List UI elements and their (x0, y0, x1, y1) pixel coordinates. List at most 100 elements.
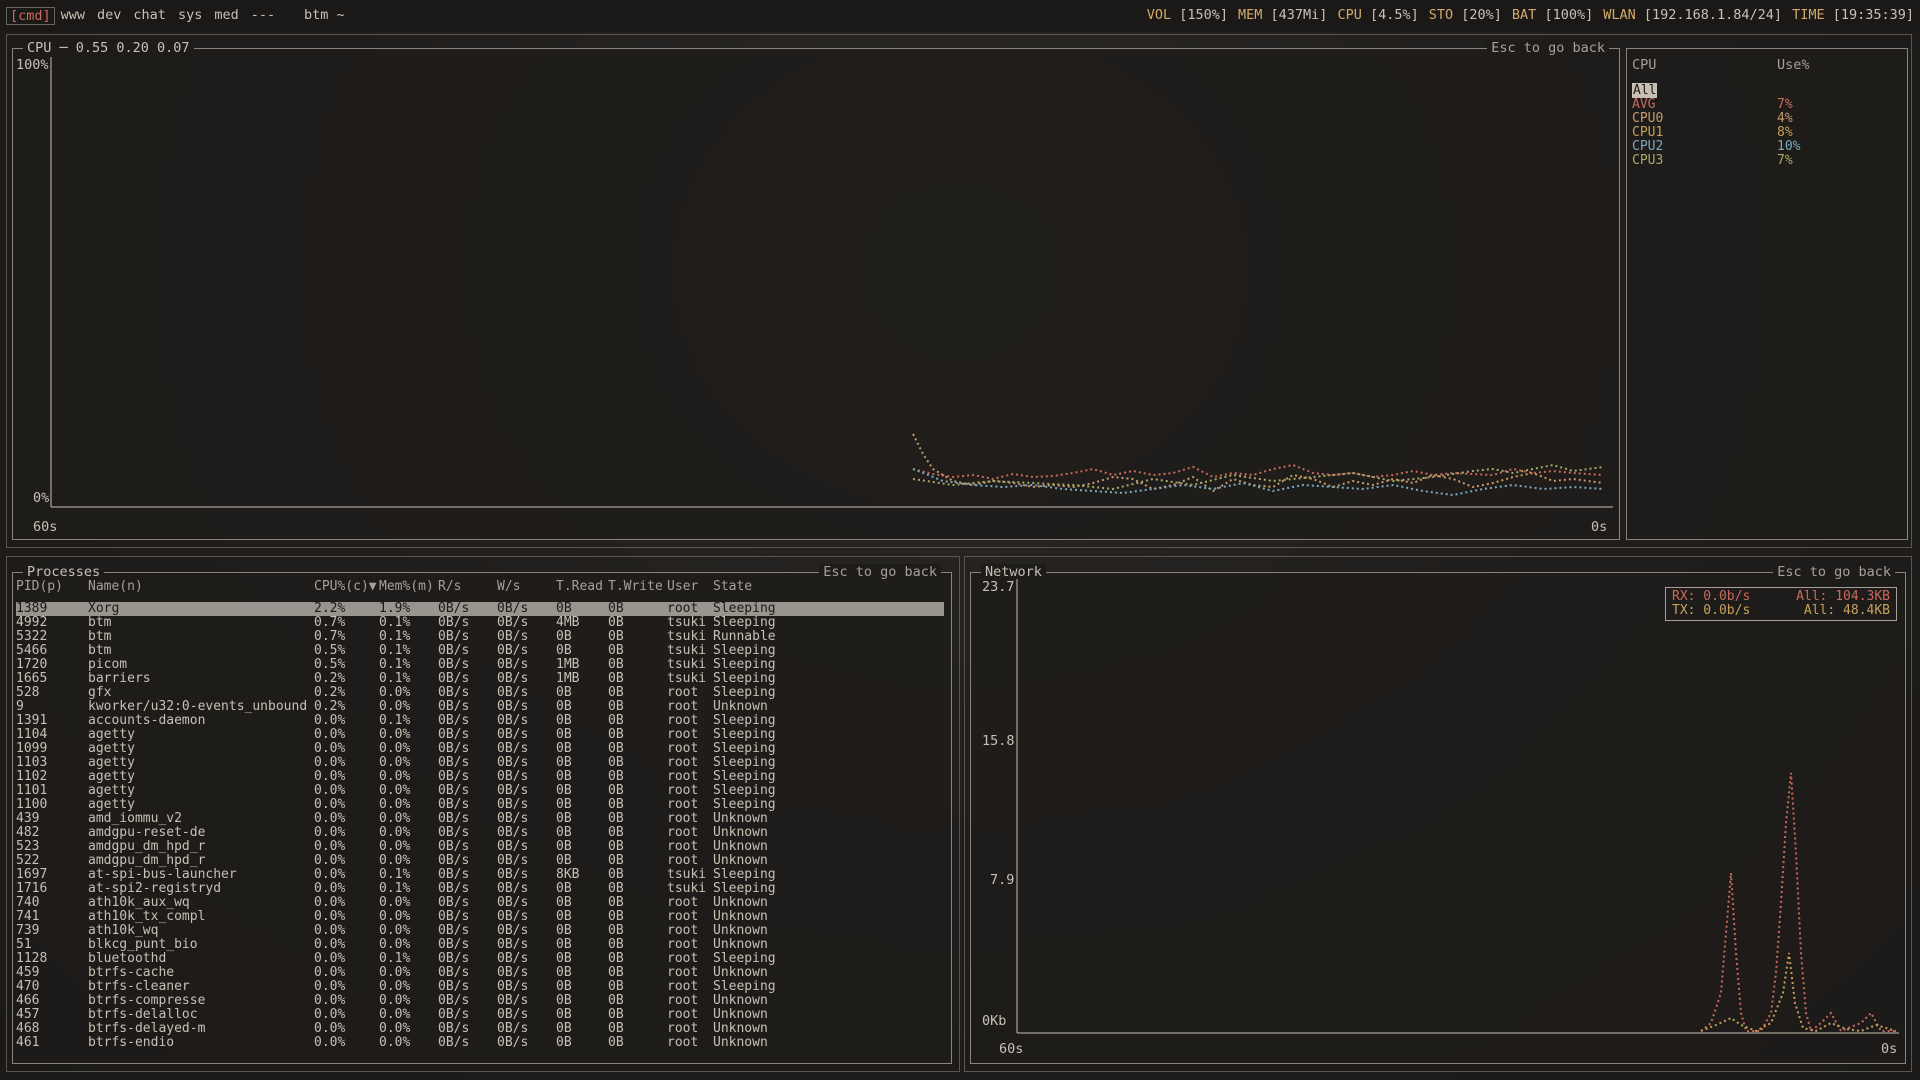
process-row[interactable]: 740 ath10k_aux_wq 0.0% 0.0% 0B/s 0B/s 0B 0B root… (16, 896, 944, 910)
process-row[interactable]: 1104 agetty 0.0% 0.0% 0B/s 0B/s 0B 0B root Sleepi… (16, 728, 944, 742)
process-row[interactable]: 522 amdgpu_dm_hpd_r 0.0% 0.0% 0B/s 0B/s 0B 0B ro… (16, 854, 944, 868)
process-cell: 0B (556, 643, 572, 658)
process-row[interactable]: 4992 btm 0.7% 0.1% 0B/s 0B/s 4MB 0B tsuki Sleepin… (16, 616, 944, 630)
process-cell: kworker/u32:0-events_unbound (88, 699, 308, 714)
process-row[interactable]: 468 btrfs-delayed-m 0.0% 0.0% 0B/s 0B/s 0B 0B ro… (16, 1022, 944, 1036)
process-cell: 0B (608, 797, 624, 812)
process-cell: 0B (608, 811, 624, 826)
status-label: BAT (1511, 7, 1537, 23)
legend-cpu-name[interactable]: CPU2 (1632, 139, 1663, 154)
process-row[interactable]: 1720 picom 0.5% 0.1% 0B/s 0B/s 1MB 0B tsuki Sleep… (16, 658, 944, 672)
process-row[interactable]: 739 ath10k_wq 0.0% 0.0% 0B/s 0B/s 0B 0B root Unkn… (16, 924, 944, 938)
status-item-bat: BAT [100%] (1512, 7, 1593, 23)
process-cell: 0B (608, 937, 624, 952)
workspace-tag-3[interactable]: chat (127, 7, 172, 25)
cpu-legend-panel[interactable]: CPU Use% All AVG 7% CPU0 4% CPU1 8% CPU2 10% CPU3… (1626, 48, 1908, 540)
column-header[interactable]: PID(p) (16, 580, 63, 594)
process-row[interactable]: 439 amd_iommu_v2 0.0% 0.0% 0B/s 0B/s 0B 0B root U… (16, 812, 944, 826)
process-cell: Sleeping (713, 783, 776, 798)
column-header[interactable]: State (713, 580, 752, 594)
process-cell: 0B (608, 629, 624, 644)
workspace-tag-0[interactable]: [cmd] (6, 7, 55, 25)
legend-cpu-name[interactable]: CPU0 (1632, 111, 1663, 126)
process-cell: 0B/s (438, 755, 470, 770)
process-row[interactable]: 1103 agetty 0.0% 0.0% 0B/s 0B/s 0B 0B root Sleepi… (16, 756, 944, 770)
process-cell: 0B (608, 727, 624, 742)
process-cell: 0.0% (314, 741, 346, 756)
process-row[interactable]: 466 btrfs-compresse 0.0% 0.0% 0B/s 0B/s 0B 0B ro… (16, 994, 944, 1008)
process-cell: 0B (556, 923, 572, 938)
process-row[interactable]: 9 kworker/u32:0-events_unbound 0.2% 0.0% 0B/… (16, 700, 944, 714)
process-cell: 0B (556, 685, 572, 700)
workspace-tag-1[interactable]: www (55, 7, 91, 25)
process-cell: 0B/s (438, 1021, 470, 1036)
window-title: btm ~ (304, 7, 345, 23)
process-row[interactable]: 1697 at-spi-bus-launcher 0.0% 0.1% 0B/s 0B/s 8… (16, 868, 944, 882)
process-row[interactable]: 1099 agetty 0.0% 0.0% 0B/s 0B/s 0B 0B root Sleepi… (16, 742, 944, 756)
workspace-tag-6[interactable]: --- (245, 7, 281, 25)
process-row[interactable]: 470 btrfs-cleaner 0.0% 0.0% 0B/s 0B/s 0B 0B root… (16, 980, 944, 994)
process-row[interactable]: 1101 agetty 0.0% 0.0% 0B/s 0B/s 0B 0B root Sleepi… (16, 784, 944, 798)
column-header[interactable]: CPU%(c)▼ (314, 580, 377, 594)
process-cell: 0B/s (497, 1007, 529, 1022)
cpu-graph-panel[interactable]: CPU ─ 0.55 0.20 0.07 Esc to go back 100%… (12, 40, 1620, 540)
net-tx-line (1700, 952, 1897, 1033)
legend-cpu-name[interactable]: CPU3 (1632, 153, 1663, 168)
process-cell: 1MB (556, 671, 580, 686)
processes-panel-title: Processes (23, 564, 105, 580)
column-header[interactable]: W/s (497, 580, 520, 594)
workspace-tag-2[interactable]: dev (91, 7, 127, 25)
legend-cpu-name[interactable]: All (1632, 83, 1658, 98)
process-cell: tsuki (667, 615, 707, 630)
process-row[interactable]: 1665 barriers 0.2% 0.1% 0B/s 0B/s 1MB 0B tsuki Sl… (16, 672, 944, 686)
cpu-line-cpu0 (912, 433, 1604, 493)
process-row[interactable]: 1716 at-spi2-registryd 0.0% 0.1% 0B/s 0B/s 0B 0… (16, 882, 944, 896)
column-header[interactable]: T.Write (608, 580, 663, 594)
process-cell: 0B (556, 769, 572, 784)
process-cell: root (667, 783, 699, 798)
column-header[interactable]: R/s (438, 580, 461, 594)
process-cell: 0.0% (379, 1021, 411, 1036)
workspace-tag-5[interactable]: med (208, 7, 244, 25)
process-cell: Sleeping (713, 601, 776, 616)
process-cell: root (667, 699, 699, 714)
process-row[interactable]: 528 gfx 0.2% 0.0% 0B/s 0B/s 0B 0B root Sleeping (16, 686, 944, 700)
column-header[interactable]: T.Read (556, 580, 603, 594)
legend-cpu-name[interactable]: AVG (1632, 97, 1655, 112)
process-row[interactable]: 51 blkcg_punt_bio 0.0% 0.0% 0B/s 0B/s 0B 0B root… (16, 938, 944, 952)
legend-cpu-name[interactable]: CPU1 (1632, 125, 1663, 140)
process-cell: Unknown (713, 937, 768, 952)
process-row[interactable]: 482 amdgpu-reset-de 0.0% 0.0% 0B/s 0B/s 0B 0B ro… (16, 826, 944, 840)
process-row[interactable]: 1100 agetty 0.0% 0.0% 0B/s 0B/s 0B 0B root Sleepi… (16, 798, 944, 812)
process-cell: at-spi-bus-launcher (88, 867, 237, 882)
process-row[interactable]: 5466 btm 0.5% 0.1% 0B/s 0B/s 0B 0B tsuki Sleeping (16, 644, 944, 658)
column-header[interactable]: Name(n) (88, 580, 143, 594)
process-row[interactable]: 5322 btm 0.7% 0.1% 0B/s 0B/s 0B 0B tsuki Runnable (16, 630, 944, 644)
network-panel[interactable]: Network Esc to go back 23.7 15.8 7.9 0Kb… (970, 564, 1906, 1064)
process-cell: 1389 (16, 601, 48, 616)
process-cell: 0B/s (438, 601, 470, 616)
process-cell: 0B/s (438, 783, 470, 798)
column-header[interactable]: User (667, 580, 698, 594)
process-row[interactable]: 457 btrfs-delalloc 0.0% 0.0% 0B/s 0B/s 0B 0B roo… (16, 1008, 944, 1022)
process-cell: 1102 (16, 769, 48, 784)
cpu-line-avg (912, 463, 1604, 481)
status-item-cpu: CPU [4.5%] (1337, 7, 1418, 23)
process-row[interactable]: 461 btrfs-endio 0.0% 0.0% 0B/s 0B/s 0B 0B root Un… (16, 1036, 944, 1050)
process-row[interactable]: 741 ath10k_tx_compl 0.0% 0.0% 0B/s 0B/s 0B 0B ro… (16, 910, 944, 924)
process-cell: btrfs-delayed-m (88, 1021, 206, 1036)
process-cell: 1099 (16, 741, 48, 756)
process-row[interactable]: 459 btrfs-cache 0.0% 0.0% 0B/s 0B/s 0B 0B root Un… (16, 966, 944, 980)
process-row[interactable]: 1391 accounts-daemon 0.0% 0.1% 0B/s 0B/s 0B 0B r… (16, 714, 944, 728)
process-cell: 5322 (16, 629, 48, 644)
process-cell: Sleeping (713, 881, 776, 896)
process-cell: 0.0% (314, 769, 346, 784)
process-row[interactable]: 1389 Xorg 2.2% 1.9% 0B/s 0B/s 0B 0B root Sleeping (16, 602, 944, 616)
process-row[interactable]: 523 amdgpu_dm_hpd_r 0.0% 0.0% 0B/s 0B/s 0B 0B ro… (16, 840, 944, 854)
process-row[interactable]: 1128 bluetoothd 0.0% 0.1% 0B/s 0B/s 0B 0B root Sl… (16, 952, 944, 966)
process-row[interactable]: 1102 agetty 0.0% 0.0% 0B/s 0B/s 0B 0B root Sleepi… (16, 770, 944, 784)
process-cell: 0B/s (438, 881, 470, 896)
workspace-tag-4[interactable]: sys (172, 7, 208, 25)
process-cell: amdgpu_dm_hpd_r (88, 839, 206, 854)
column-header[interactable]: Mem%(m) (379, 580, 434, 594)
